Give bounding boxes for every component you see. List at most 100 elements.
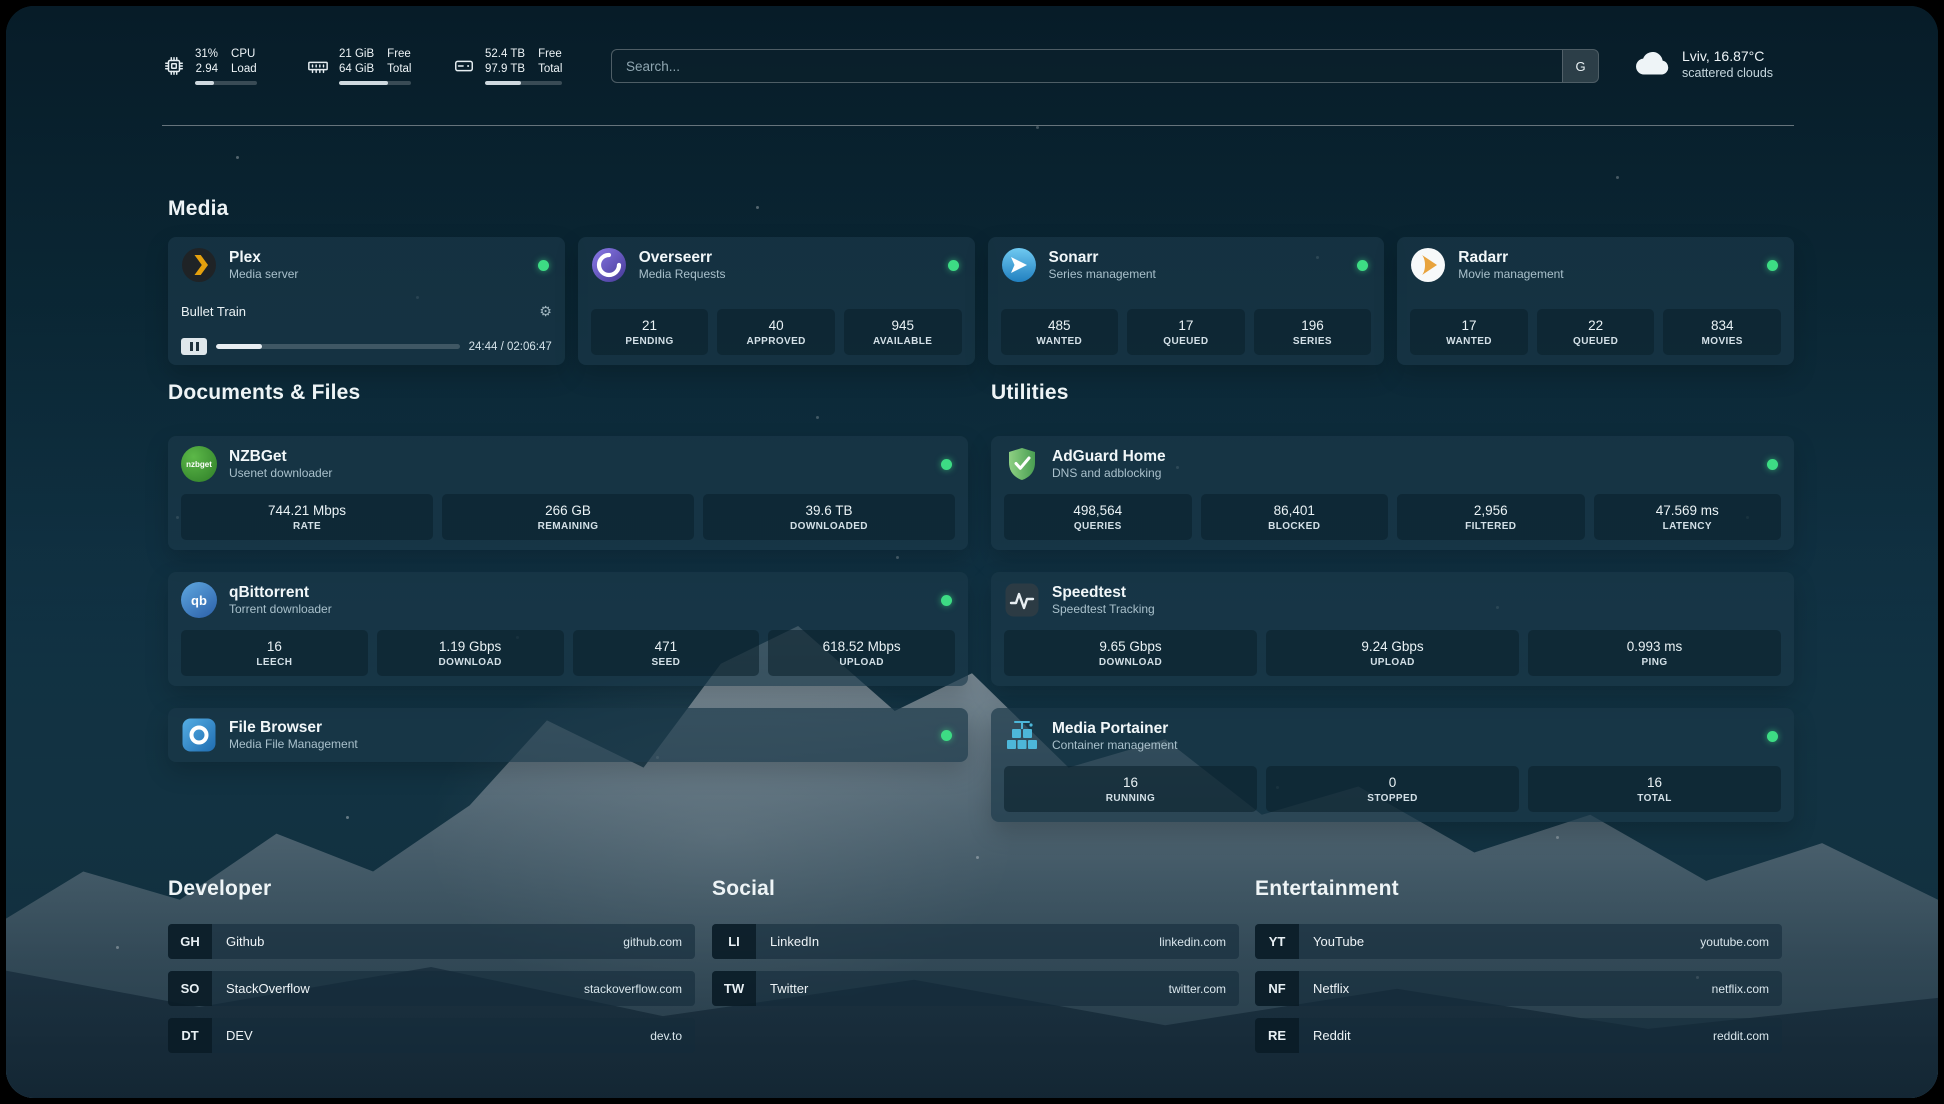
bookmark-name: LinkedIn (770, 934, 819, 949)
search-input[interactable] (612, 50, 1562, 82)
bookmark-name: DEV (226, 1028, 253, 1043)
status-dot (941, 595, 952, 606)
bookmark-abbr: DT (168, 1018, 212, 1053)
now-playing-title: Bullet Train (181, 304, 246, 319)
stat-box: 744.21 Mbps RATE (181, 494, 433, 540)
playback-progress-bar (216, 344, 460, 349)
stat-box: 834 MOVIES (1663, 309, 1781, 355)
bookmark-group-entertainment: Entertainment YT YouTube youtube.com NF … (1255, 876, 1782, 1065)
service-name: Speedtest (1052, 583, 1155, 602)
bookmark-abbr: RE (1255, 1018, 1299, 1053)
section-title-entertainment: Entertainment (1255, 876, 1782, 902)
section-media: Media Plex Media server Bullet Train ⚙ (168, 196, 1794, 365)
service-card-speedtest[interactable]: Speedtest Speedtest Tracking 9.65 Gbps D… (991, 572, 1794, 686)
status-dot (941, 459, 952, 470)
memory-label-1: Free (387, 47, 411, 62)
bookmark-group-developer: Developer GH Github github.com SO StackO… (168, 876, 695, 1065)
service-card-portainer[interactable]: Media Portainer Container management 16 … (991, 708, 1794, 822)
header-divider (162, 125, 1794, 126)
memory-free: 21 GiB (339, 47, 374, 62)
section-title-developer: Developer (168, 876, 695, 902)
adguard-icon (1004, 446, 1040, 482)
service-card-overseerr[interactable]: Overseerr Media Requests 21 PENDING 40 A… (578, 237, 975, 365)
stat-box: 9.24 Gbps UPLOAD (1266, 630, 1519, 676)
nzbget-icon: nzbget (181, 446, 217, 482)
stat-box: 86,401 BLOCKED (1201, 494, 1389, 540)
stat-box: 2,956 FILTERED (1397, 494, 1585, 540)
service-card-plex[interactable]: Plex Media server Bullet Train ⚙ 24:44 /… (168, 237, 565, 365)
service-description: DNS and adblocking (1052, 466, 1166, 481)
service-card-filebrowser[interactable]: File Browser Media File Management (168, 708, 968, 762)
stat-box: 40 APPROVED (717, 309, 835, 355)
stat-box: 16 TOTAL (1528, 766, 1781, 812)
gear-icon[interactable]: ⚙ (539, 303, 552, 320)
service-card-nzbget[interactable]: nzbget NZBGet Usenet downloader 744.21 M… (168, 436, 968, 550)
disk-label-1: Free (538, 47, 562, 62)
bookmark-twitter[interactable]: TW Twitter twitter.com (712, 971, 1239, 1006)
service-description: Media Requests (639, 267, 726, 282)
section-title-media: Media (168, 196, 1794, 222)
pause-icon[interactable] (181, 338, 207, 355)
bookmark-name: Reddit (1313, 1028, 1351, 1043)
section-documents: Documents & Files nzbget NZBGet Usenet d… (168, 380, 968, 784)
section-utilities: Utilities AdGuard Home DNS and adblockin… (991, 380, 1794, 844)
plex-icon (181, 247, 217, 283)
service-card-adguard[interactable]: AdGuard Home DNS and adblocking 498,564 … (991, 436, 1794, 550)
disk-free: 52.4 TB (485, 47, 525, 62)
service-name: Sonarr (1049, 248, 1156, 267)
radarr-icon (1410, 247, 1446, 283)
playback-time: 24:44 / 02:06:47 (469, 341, 552, 353)
memory-widget: 21 GiB 64 GiB Free Total (306, 47, 411, 85)
status-dot (941, 730, 952, 741)
weather-location-temp: Lviv, 16.87°C (1682, 47, 1773, 65)
service-card-sonarr[interactable]: Sonarr Series management 485 WANTED 17 Q… (988, 237, 1385, 365)
service-card-radarr[interactable]: Radarr Movie management 17 WANTED 22 QUE… (1397, 237, 1794, 365)
stat-box: 21 PENDING (591, 309, 709, 355)
stat-box: 22 QUEUED (1537, 309, 1655, 355)
service-description: Media server (229, 267, 298, 282)
service-name: Overseerr (639, 248, 726, 267)
cloud-icon (1634, 46, 1672, 81)
bookmark-stackoverflow[interactable]: SO StackOverflow stackoverflow.com (168, 971, 695, 1006)
service-name: File Browser (229, 718, 358, 737)
bookmark-abbr: LI (712, 924, 756, 959)
service-name: NZBGet (229, 447, 332, 466)
cpu-usage-bar (195, 81, 257, 85)
status-dot (538, 260, 549, 271)
status-dot (1357, 260, 1368, 271)
service-description: Media File Management (229, 737, 358, 752)
bookmark-youtube[interactable]: YT YouTube youtube.com (1255, 924, 1782, 959)
stat-box: 39.6 TB DOWNLOADED (703, 494, 955, 540)
cpu-widget: 31% 2.94 CPU Load (162, 47, 257, 85)
service-description: Container management (1052, 738, 1177, 753)
bookmark-url: dev.to (650, 1029, 682, 1043)
sonarr-icon (1001, 247, 1037, 283)
memory-icon (306, 54, 330, 78)
bookmark-name: StackOverflow (226, 981, 310, 996)
weather-condition: scattered clouds (1682, 65, 1773, 81)
service-description: Speedtest Tracking (1052, 602, 1155, 617)
stat-box: 196 SERIES (1254, 309, 1372, 355)
cpu-icon (162, 54, 186, 78)
stat-box: 485 WANTED (1001, 309, 1119, 355)
bookmark-reddit[interactable]: RE Reddit reddit.com (1255, 1018, 1782, 1053)
cpu-label-2: Load (231, 62, 257, 77)
bookmark-dev[interactable]: DT DEV dev.to (168, 1018, 695, 1053)
bookmark-url: linkedin.com (1159, 935, 1226, 949)
bookmark-linkedin[interactable]: LI LinkedIn linkedin.com (712, 924, 1239, 959)
bookmark-netflix[interactable]: NF Netflix netflix.com (1255, 971, 1782, 1006)
memory-label-2: Total (387, 62, 411, 77)
stat-box: 0.993 ms PING (1528, 630, 1781, 676)
service-card-qbittorrent[interactable]: qb qBittorrent Torrent downloader 16 LEE… (168, 572, 968, 686)
service-name: Radarr (1458, 248, 1563, 267)
search-bar[interactable]: G (611, 49, 1599, 83)
service-name: AdGuard Home (1052, 447, 1166, 466)
bookmark-github[interactable]: GH Github github.com (168, 924, 695, 959)
service-description: Torrent downloader (229, 602, 332, 617)
service-description: Movie management (1458, 267, 1563, 282)
bookmark-name: Netflix (1313, 981, 1349, 996)
search-provider-button[interactable]: G (1562, 50, 1598, 82)
dashboard-screen: 31% 2.94 CPU Load 21 GiB 64 GiB (6, 6, 1938, 1098)
qbittorrent-icon: qb (181, 582, 217, 618)
stat-box: 471 SEED (573, 630, 760, 676)
